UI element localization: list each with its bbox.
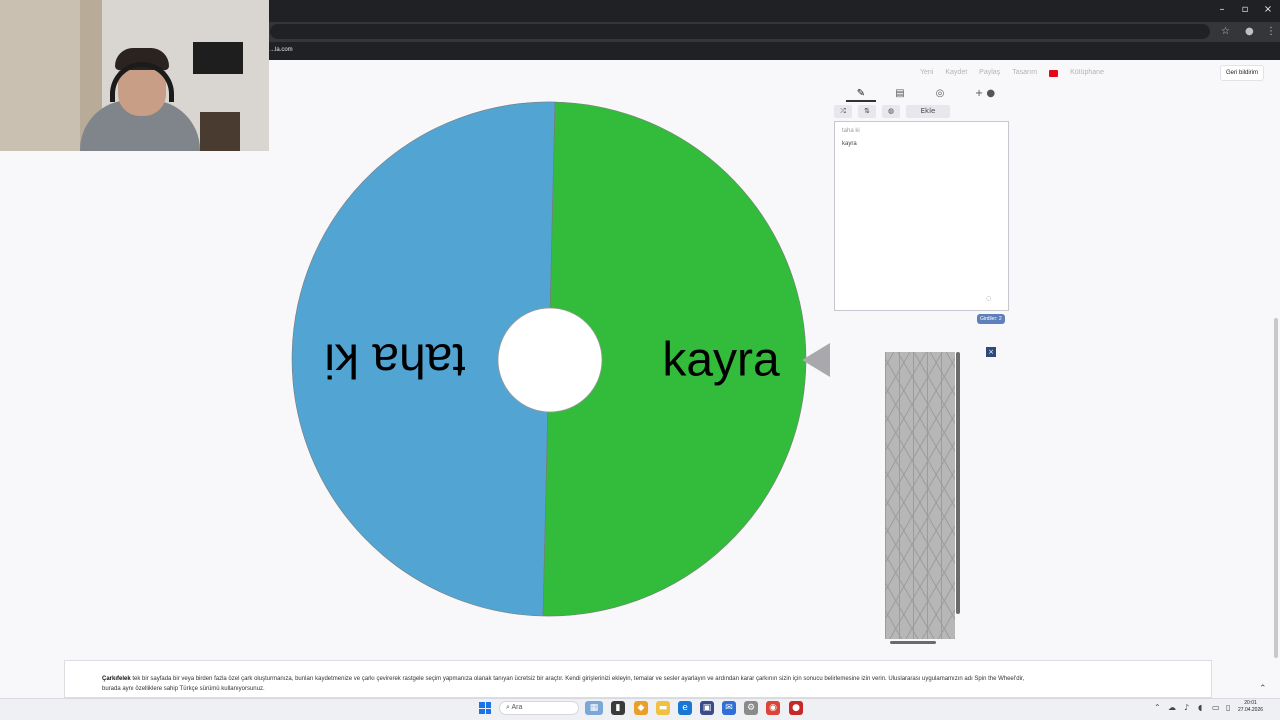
edge-icon[interactable]: e [678,701,692,715]
ad-vertical-scrollbar[interactable] [956,352,960,614]
turkish-flag-icon[interactable] [1049,69,1059,77]
entries-count-badge: Girdiler: 2 [977,314,1005,324]
webcam-tv [193,42,243,74]
ad-horizontal-scrollbar[interactable] [890,641,936,644]
maximize-button[interactable]: ▫ [1234,3,1256,17]
footer-description: Çarkıfelek tek bir sayfada bir veya bird… [64,660,1212,698]
nav-library[interactable]: Kütüphane [1070,66,1104,80]
mail-icon[interactable]: ✉ [722,701,736,715]
ad-close-icon[interactable]: × [986,347,996,357]
tray-chevron-icon[interactable]: ⌃ [1154,701,1161,715]
webcam-overlay [0,0,269,151]
close-window-button[interactable]: × [1257,3,1279,17]
resize-handle-icon[interactable]: ◌ [986,295,994,303]
profile-icon[interactable]: ● [1245,24,1254,39]
file-explorer-icon[interactable]: ▬ [656,701,670,715]
footer-line-1: tek bir sayfada bir veya birden fazla öz… [130,676,1025,682]
chrome-icon[interactable]: ◉ [766,701,780,715]
clock-time: 20:01 [1244,700,1257,706]
nav-design[interactable]: Tasarım [1012,66,1037,80]
page-url[interactable]: ...la.com [270,45,293,55]
wheel-label-kayra: kayra [662,334,780,387]
battery-icon[interactable]: ▯ [1226,701,1230,715]
taskbar-search[interactable]: ⌕ Ara [499,701,579,715]
entries-textarea[interactable]: taha ki kayra ◌ [834,121,1009,311]
entry-item[interactable]: taha ki [842,126,860,136]
feedback-button[interactable]: Geri bildirim [1220,65,1265,81]
wheel-label-taha: taha ki [324,334,465,387]
widgets-icon[interactable]: ▦ [585,701,603,715]
spin-wheel[interactable]: taha ki kayra [280,95,820,625]
panel-tabs: ✎ ▤ ◎ + ● [834,84,1010,104]
copilot-icon[interactable]: ◆ [634,701,648,715]
footer-text: Çarkıfelek tek bir sayfada bir veya bird… [102,674,1172,694]
page-scrollbar[interactable] [1274,318,1278,658]
nav-save[interactable]: Kaydet [945,66,967,80]
nav-new[interactable]: Yeni [920,66,933,80]
settings-icon[interactable]: ⚙ [744,701,758,715]
wheel-pointer [802,343,830,377]
task-view-icon[interactable]: ▮ [611,701,625,715]
ad-pattern-area[interactable] [885,352,955,639]
microphone-icon[interactable]: ♪ [1184,701,1189,715]
taskbar-clock[interactable]: 20:01 27.04.2026 [1238,700,1263,714]
shuffle-button[interactable]: ⤮ [834,105,852,118]
star-icon[interactable]: ☆ [1221,24,1230,39]
footer-line-2: burada aynı özelliklere sahip Türkçe sür… [102,686,265,692]
pencil-icon[interactable]: ✎ [846,86,876,102]
network-icon[interactable]: ▭ [1212,701,1220,715]
sort-button[interactable]: ⇅ [858,105,876,118]
taskbar-search-label: Ara [511,704,523,711]
eye-off-icon[interactable]: ◎ [930,86,950,102]
site-nav: Yeni Kaydet Paylaş Tasarım Kütüphane [920,66,1104,80]
add-image-button[interactable]: Ekle [906,105,950,118]
volume-icon[interactable]: ◖ [1198,701,1202,715]
wheel-center-hub[interactable] [497,307,603,413]
recorder-icon[interactable]: ● [789,701,803,715]
image-button[interactable]: ◍ [882,105,900,118]
clipboard-icon[interactable]: ▤ [890,86,910,102]
kebab-menu-icon[interactable]: ⋮ [1266,24,1276,39]
nav-share[interactable]: Paylaş [979,66,1000,80]
url-field[interactable] [270,24,1210,39]
store-icon[interactable]: ▣ [700,701,714,715]
entries-toolbar: ⤮ ⇅ ◍ Ekle [834,105,1010,119]
webcam-chair [200,112,240,151]
clock-date: 27.04.2026 [1238,707,1264,713]
plus-icon[interactable]: + ● [970,86,1000,102]
windows-start-icon[interactable] [479,702,491,714]
minimize-button[interactable]: – [1211,3,1233,17]
scroll-up-icon[interactable]: ⌃ [1259,684,1267,694]
onedrive-icon[interactable]: ☁ [1168,701,1176,715]
entry-item[interactable]: kayra [842,139,857,149]
footer-brand: Çarkıfelek [102,676,131,682]
